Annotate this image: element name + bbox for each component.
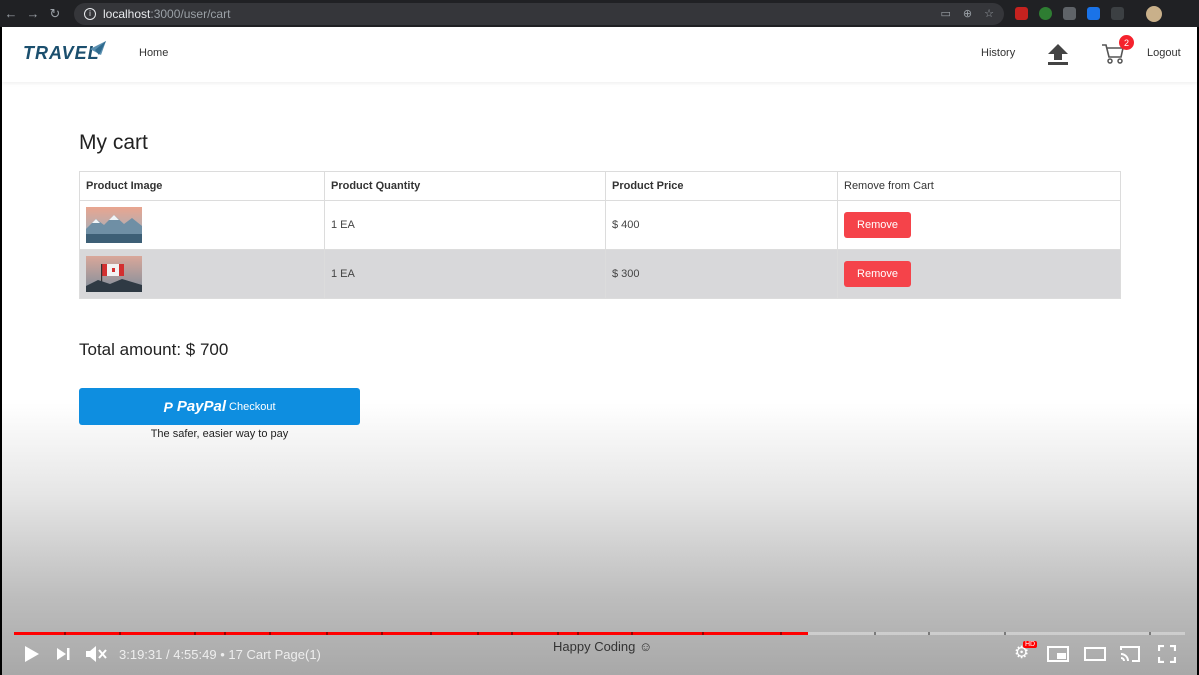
chapter-divider [577,632,579,635]
cast-icon[interactable] [1119,645,1141,663]
paypal-wordmark: PayPal [176,398,227,415]
product-thumbnail[interactable] [86,207,142,243]
chapter-divider [1004,632,1006,635]
column-header: Remove from Cart [837,171,1121,201]
chapter-divider [119,632,121,635]
product-image-cell [79,249,325,299]
zoom-icon[interactable]: ⊕ [963,7,972,20]
paypal-tagline: The safer, easier way to pay [150,428,289,440]
chapter-divider [326,632,328,635]
column-header: Product Price [605,171,838,201]
cart-page: TRAVEL Home History 2 Logout My cart Pro… [2,27,1197,675]
product-quantity: 1 EA [324,200,606,250]
table-row: 1 EA $ 400 Remove [79,200,1121,250]
url-path: :3000/user/cart [150,6,231,21]
video-controls: 3:19:31 / 4:55:49 • 17 Cart Page(1) Happ… [0,639,1199,670]
chapter-divider [874,632,876,635]
chapter-divider [194,632,196,635]
product-price: $ 400 [605,200,838,250]
chapter-divider [557,632,559,635]
column-header: Product Quantity [324,171,606,201]
product-price: $ 300 [605,249,838,299]
site-header: TRAVEL Home History 2 Logout [2,27,1197,82]
extension-icon[interactable] [1015,7,1028,20]
table-row: 1 EA $ 300 Remove [79,249,1121,299]
address-bar[interactable]: i localhost:3000/user/cart ▭ ⊕ ☆ [74,2,1004,25]
video-time: 3:19:31 / 4:55:49 • 17 Cart Page(1) [119,647,321,662]
chapter-divider [64,632,66,635]
product-thumbnail[interactable] [86,256,142,292]
page-title: My cart [79,131,148,154]
cart-count-badge: 2 [1119,35,1134,50]
progress-played [14,632,808,635]
extension-icon[interactable] [1039,7,1052,20]
chapter-divider [780,632,782,635]
chapter-divider [381,632,383,635]
paypal-checkout-label: Checkout [229,400,276,413]
product-quantity: 1 EA [324,249,606,299]
nav-home-link[interactable]: Home [139,47,168,59]
video-progress-bar[interactable] [14,632,1185,635]
forward-arrow-icon[interactable]: → [22,3,44,25]
chapter-divider [430,632,432,635]
table-header-row: Product Image Product Quantity Product P… [79,171,1121,201]
profile-avatar[interactable] [1146,5,1162,22]
next-icon[interactable] [57,648,71,660]
cast-icon[interactable]: ▭ [941,7,951,20]
chapter-divider [631,632,633,635]
url-host: localhost [103,6,151,21]
theater-mode-icon[interactable] [1084,647,1106,661]
logout-link[interactable]: Logout [1147,47,1181,59]
paper-plane-icon [90,41,106,55]
paypal-logo-icon: P [163,398,173,415]
video-caption: Happy Coding ☺ [553,639,653,654]
site-info-icon[interactable]: i [84,7,96,20]
chapter-divider [511,632,513,635]
back-arrow-icon[interactable]: ← [0,3,22,25]
play-icon[interactable] [24,645,40,663]
remove-button[interactable]: Remove [844,212,911,238]
upload-icon[interactable] [1046,43,1070,65]
chapter-divider [702,632,704,635]
bookmark-star-icon[interactable]: ☆ [984,7,994,20]
product-image-cell [79,200,325,250]
chapter-title: • 17 Cart Page(1) [220,647,321,662]
miniplayer-icon[interactable] [1047,646,1069,662]
site-logo[interactable]: TRAVEL [23,43,100,64]
column-header: Product Image [79,171,325,201]
chapter-divider [224,632,226,635]
chapter-divider [928,632,930,635]
cart-table: Product Image Product Quantity Product P… [79,171,1121,299]
paypal-checkout-button[interactable]: P PayPal Checkout [79,388,360,425]
reload-icon[interactable]: ↻ [44,3,66,25]
hd-badge: HD [1023,641,1038,648]
browser-toolbar: ← → ↻ i localhost:3000/user/cart ▭ ⊕ ☆ [0,0,1199,27]
extension-icon[interactable] [1111,7,1124,20]
remove-button[interactable]: Remove [844,261,911,287]
extension-icon[interactable] [1063,7,1076,20]
total-amount: Total amount: $ 700 [79,340,229,359]
fullscreen-icon[interactable] [1158,645,1176,663]
nav-history-link[interactable]: History [981,47,1015,59]
mute-icon[interactable] [85,644,107,664]
remove-cell: Remove [837,200,1121,250]
remove-cell: Remove [837,249,1121,299]
extension-icon[interactable] [1087,7,1100,20]
chapter-divider [1149,632,1151,635]
chapter-divider [269,632,271,635]
chapter-divider [477,632,479,635]
